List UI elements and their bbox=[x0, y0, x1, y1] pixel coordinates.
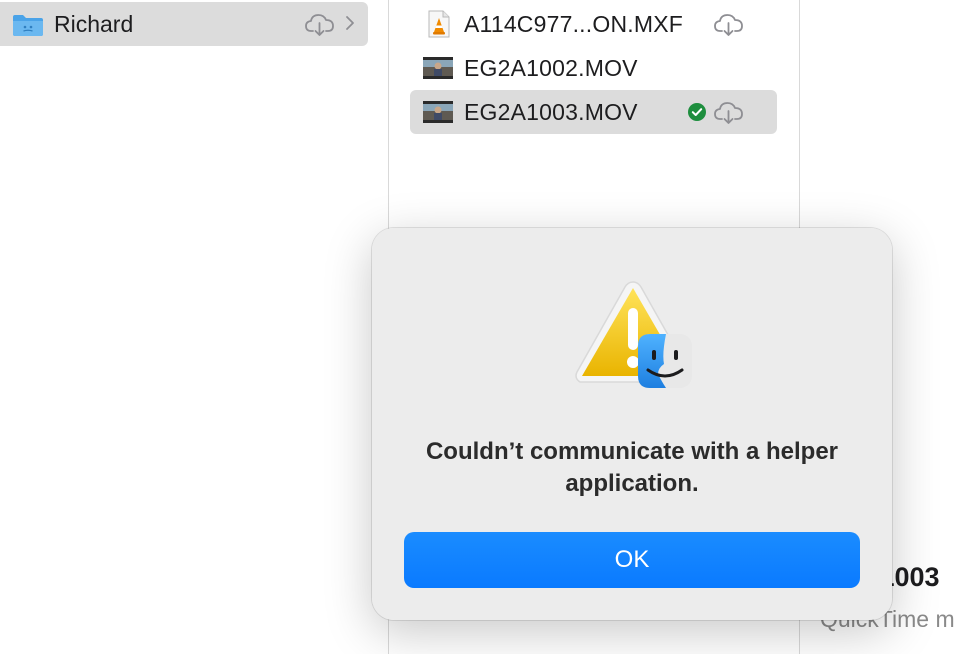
cloud-download-icon[interactable] bbox=[304, 11, 336, 37]
video-thumbnail-icon bbox=[423, 57, 453, 79]
file-name: EG2A1002.MOV bbox=[464, 55, 638, 81]
file-row-eg2a1003[interactable]: EG2A1003.MOV bbox=[410, 90, 777, 134]
folder-row-richard[interactable]: Richard bbox=[0, 2, 368, 46]
cloud-download-icon[interactable] bbox=[713, 11, 745, 37]
file-name: EG2A1003.MOV bbox=[464, 99, 638, 125]
dialog-message: Couldn’t communicate with a helper appli… bbox=[425, 438, 839, 497]
video-thumbnail-icon bbox=[423, 101, 453, 123]
folder-label: Richard bbox=[54, 11, 134, 37]
file-row-eg2a1002[interactable]: EG2A1002.MOV bbox=[410, 46, 777, 90]
folder-column: Richard bbox=[0, 0, 388, 654]
ok-button[interactable]: OK bbox=[404, 532, 860, 588]
vlc-document-icon bbox=[428, 10, 450, 38]
warning-finder-icon bbox=[575, 281, 692, 388]
folder-icon bbox=[13, 15, 43, 36]
alert-dialog: Couldn’t communicate with a helper appli… bbox=[372, 228, 892, 620]
file-name: A114C977...ON.MXF bbox=[464, 11, 684, 37]
chevron-right-icon bbox=[346, 16, 354, 30]
cloud-download-icon[interactable] bbox=[713, 99, 745, 125]
green-check-icon bbox=[688, 103, 706, 121]
file-row-mxf[interactable]: A114C977...ON.MXF bbox=[410, 2, 777, 46]
